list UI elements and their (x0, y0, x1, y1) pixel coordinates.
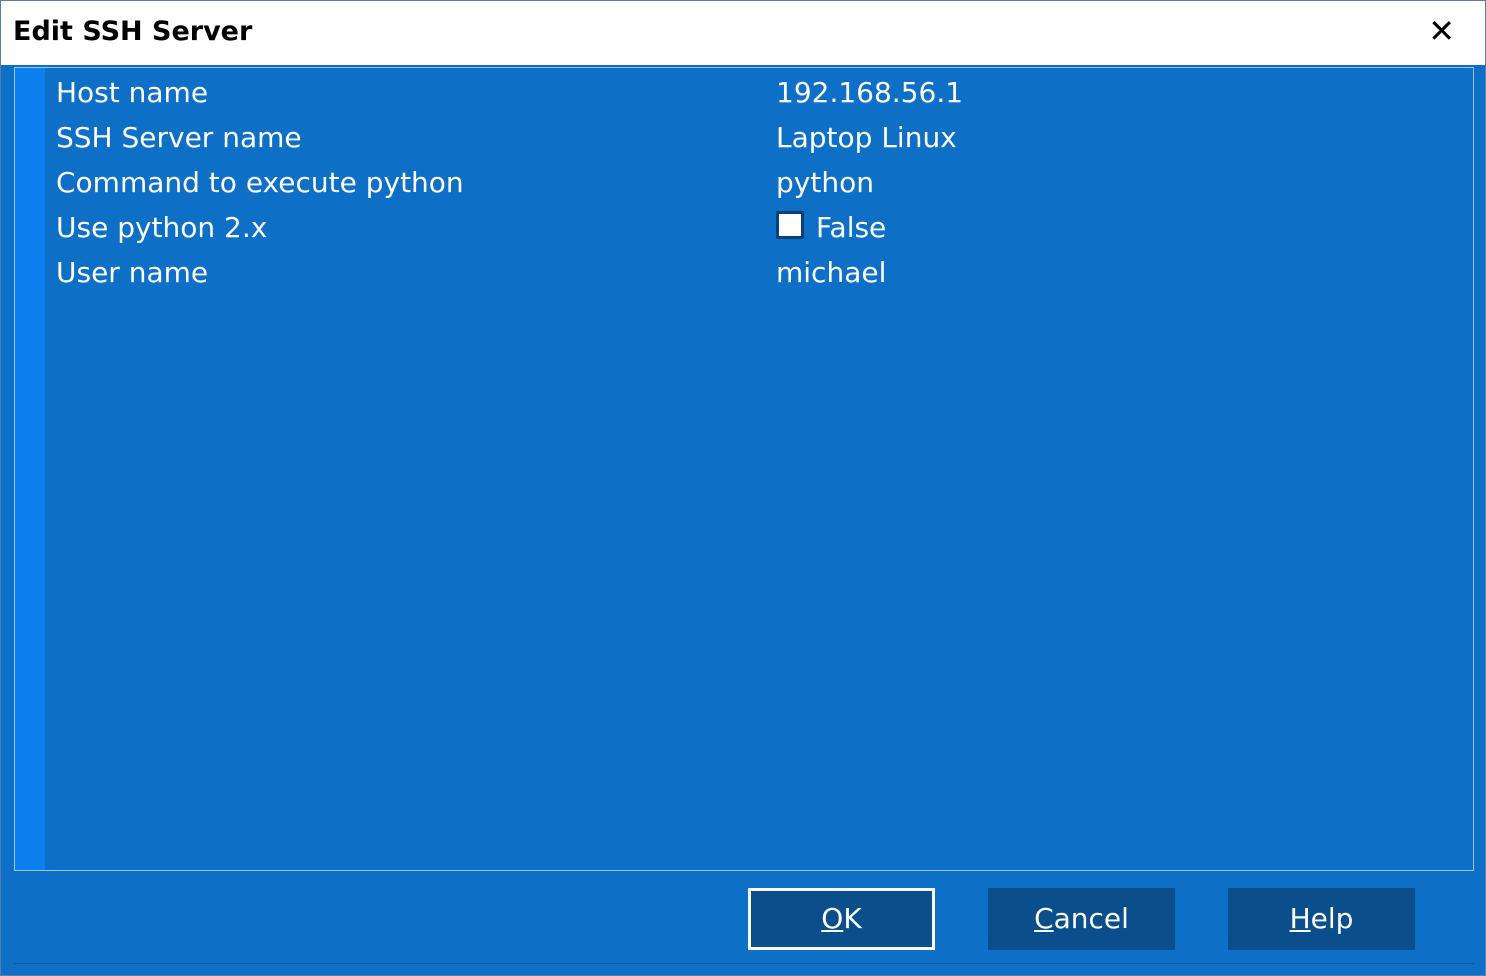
help-mnemonic: H (1289, 902, 1311, 935)
use-python2-checkbox[interactable] (776, 211, 804, 239)
ok-button[interactable]: OK (748, 888, 935, 950)
cancel-label: ancel (1053, 902, 1129, 935)
host-name-value[interactable]: 192.168.56.1 (776, 76, 963, 109)
ok-label: K (843, 902, 862, 935)
checkbox-value-text: False (816, 211, 887, 244)
cancel-mnemonic: C (1034, 902, 1054, 935)
cancel-button[interactable]: Cancel (988, 888, 1175, 950)
help-button[interactable]: Help (1228, 888, 1415, 950)
title-bar: Edit SSH Server ✕ (1, 1, 1485, 65)
property-label: SSH Server name (56, 121, 302, 154)
use-python2-value[interactable]: False (776, 211, 886, 244)
footer-divider (14, 963, 1474, 964)
dialog-title: Edit SSH Server (13, 16, 253, 47)
edit-ssh-server-dialog: Edit SSH Server ✕ Host name 192.168.56.1… (0, 0, 1486, 976)
property-label: Use python 2.x (56, 211, 268, 244)
user-name-value[interactable]: michael (776, 256, 886, 289)
grid-margin (15, 68, 45, 870)
ok-mnemonic: O (821, 902, 844, 935)
property-label: Command to execute python (56, 166, 464, 199)
command-value[interactable]: python (776, 166, 874, 199)
property-label: User name (56, 256, 209, 289)
property-label: Host name (56, 76, 209, 109)
ssh-server-name-value[interactable]: Laptop Linux (776, 121, 957, 154)
property-grid: Host name 192.168.56.1 SSH Server name L… (14, 67, 1474, 871)
help-label: elp (1310, 902, 1354, 935)
close-icon[interactable]: ✕ (1428, 15, 1455, 47)
